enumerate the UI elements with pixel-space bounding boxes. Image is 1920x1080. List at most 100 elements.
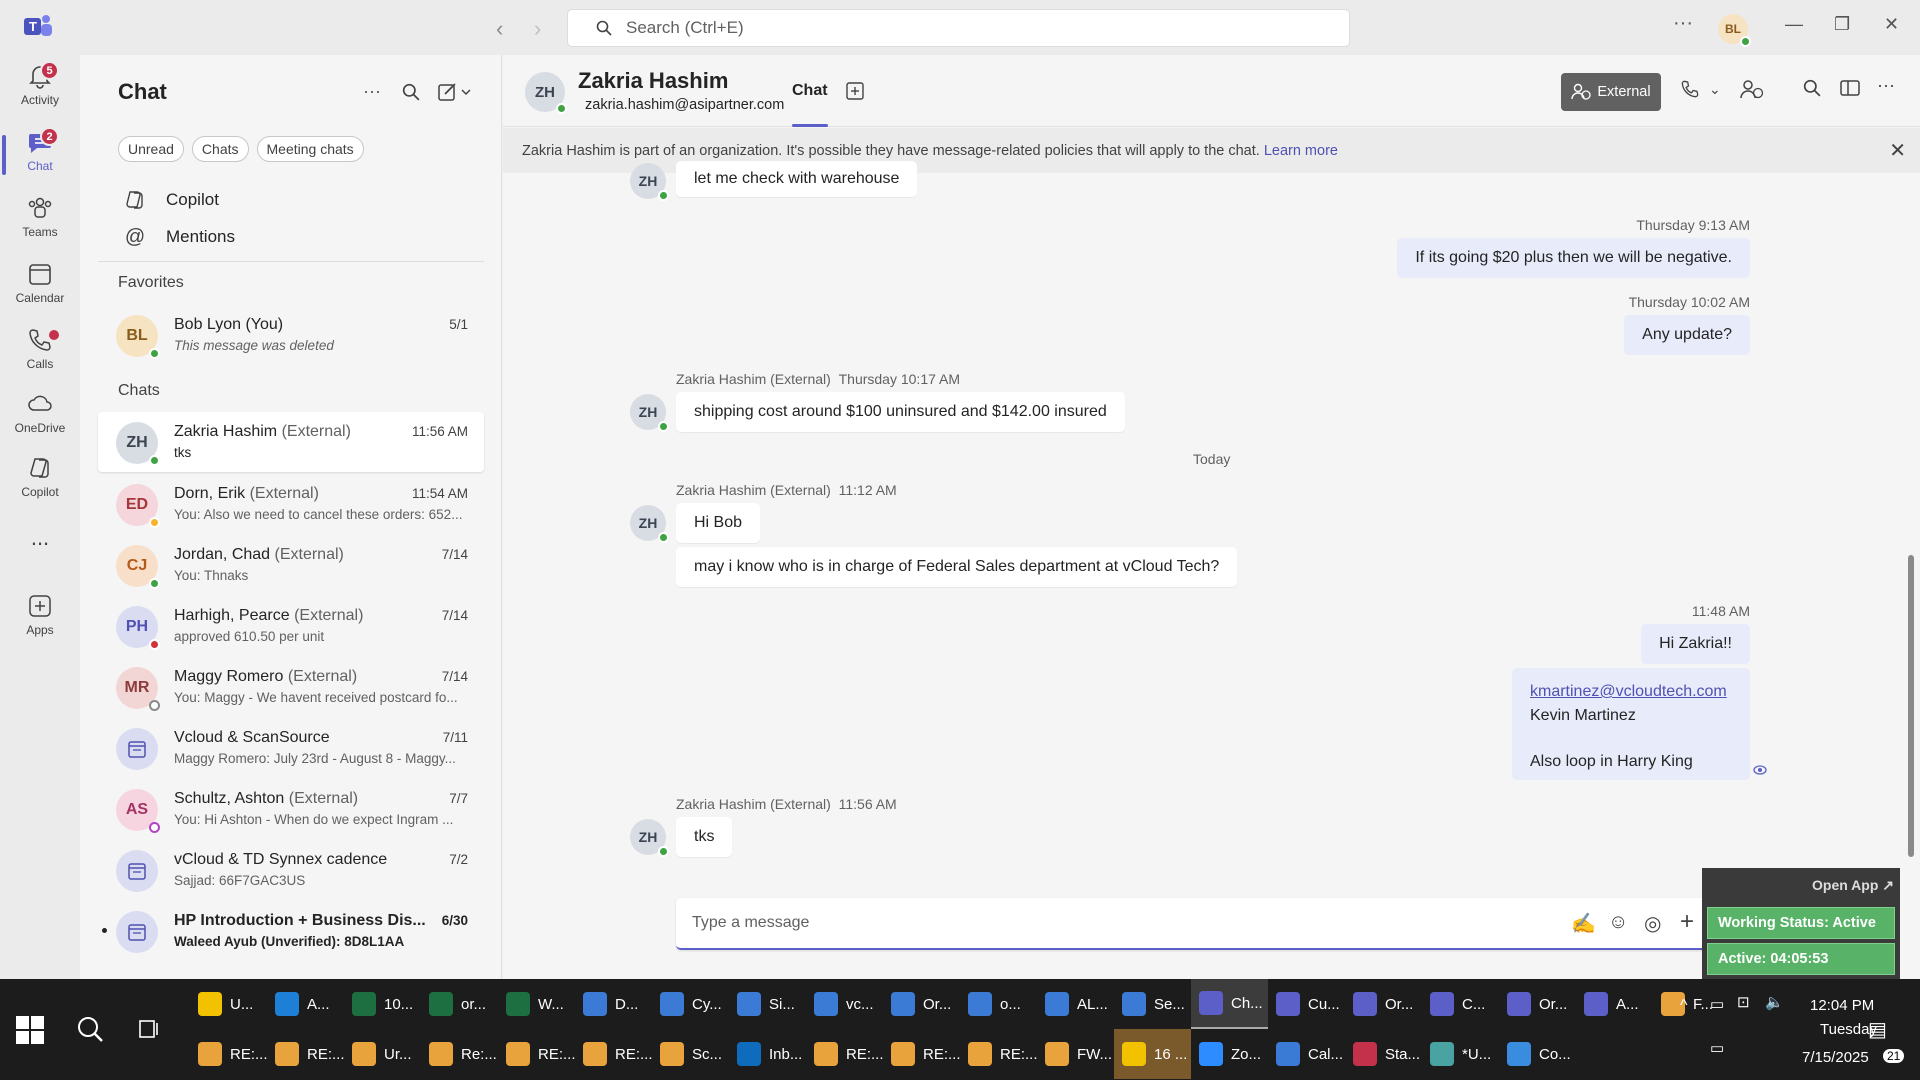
taskbar-app-button[interactable]: Ch... — [1191, 979, 1268, 1029]
taskbar-app-button[interactable]: 10... — [344, 979, 421, 1029]
taskbar-app-button[interactable]: A... — [1576, 979, 1653, 1029]
taskbar-app-button[interactable]: Cy... — [652, 979, 729, 1029]
rail-item-teams[interactable]: Teams — [0, 195, 80, 255]
notification-center-icon[interactable]: ▤ — [1868, 1017, 1887, 1042]
emoji-icon[interactable]: ☺ — [1608, 911, 1628, 934]
email-link[interactable]: kmartinez@vcloudtech.com — [1530, 680, 1732, 704]
taskbar-app-button[interactable]: *U... — [1422, 1029, 1499, 1079]
taskbar-app-button[interactable]: Re:... — [421, 1029, 498, 1079]
taskbar-app-button[interactable]: C... — [1422, 979, 1499, 1029]
contact-avatar[interactable]: ZH — [525, 72, 567, 114]
battery-icon[interactable]: ▭ — [1710, 995, 1724, 1013]
filter-meeting-chats[interactable]: Meeting chats — [256, 136, 364, 162]
chat-row-hp-introduction[interactable]: HP Introduction + Business Dis... Waleed… — [98, 901, 484, 961]
rail-item-chat[interactable]: Chat 2 — [0, 127, 80, 189]
rail-item-copilot[interactable]: Copilot — [0, 455, 80, 515]
taskbar-app-button[interactable]: A... — [267, 979, 344, 1029]
taskbar-app-button[interactable]: Sta... — [1345, 1029, 1422, 1079]
taskbar-app-button[interactable]: or... — [421, 979, 498, 1029]
learn-more-link[interactable]: Learn more — [1264, 143, 1338, 159]
chevron-up-icon[interactable]: ^ — [1680, 997, 1688, 1015]
rail-item-onedrive[interactable]: OneDrive — [0, 391, 80, 451]
taskbar-app-button[interactable]: Co... — [1499, 1029, 1576, 1079]
external-button[interactable]: External — [1561, 73, 1661, 111]
display-icon[interactable]: ▭ — [1710, 1039, 1724, 1057]
taskbar-app-button[interactable]: RE:... — [960, 1029, 1038, 1079]
volume-icon[interactable]: 🔈 — [1765, 993, 1784, 1011]
contact-name[interactable]: Zakria Hashim — [578, 68, 728, 94]
add-tab-icon[interactable] — [846, 82, 864, 100]
filter-unread[interactable]: Unread — [118, 136, 184, 162]
search-icon[interactable] — [76, 1015, 104, 1043]
taskbar-app-button[interactable]: RE:... — [575, 1029, 653, 1079]
network-icon[interactable]: ⊡ — [1737, 993, 1750, 1011]
taskbar-app-button[interactable]: Ur... — [344, 1029, 421, 1079]
user-avatar[interactable]: BL — [1718, 14, 1751, 47]
chat-row-jordan-chad[interactable]: CJ Jordan, Chad (External) You: Thnaks 7… — [98, 535, 484, 595]
open-app-button[interactable]: Open App ↗ — [1812, 877, 1894, 894]
taskbar-app-button[interactable]: D... — [575, 979, 652, 1029]
taskbar-app-button[interactable]: RE:... — [883, 1029, 961, 1079]
close-icon[interactable]: ✕ — [1884, 14, 1899, 35]
taskbar-app-button[interactable]: Sc... — [652, 1029, 729, 1079]
minimize-icon[interactable]: — — [1785, 14, 1803, 35]
taskbar-app-button[interactable]: Or... — [883, 979, 960, 1029]
taskbar-app-button[interactable]: W... — [498, 979, 575, 1029]
rail-item-activity[interactable]: Activity 5 — [0, 61, 80, 123]
forward-icon[interactable]: › — [534, 16, 541, 42]
search-input[interactable]: Search (Ctrl+E) — [567, 9, 1350, 47]
chat-row-schultz-ashton[interactable]: AS Schultz, Ashton (External) You: Hi As… — [98, 779, 484, 839]
chat-row-zakria-hashim[interactable]: ZH Zakria Hashim (External) tks 11:56 AM — [98, 412, 484, 472]
taskbar-app-button[interactable]: Inb... — [729, 1029, 806, 1079]
taskbar-app-button[interactable]: Se... — [1114, 979, 1191, 1029]
windows-start-icon[interactable] — [16, 1016, 44, 1044]
taskbar-app-button[interactable]: vc... — [806, 979, 883, 1029]
taskbar-app-button[interactable]: Or... — [1345, 979, 1422, 1029]
message-compose-box[interactable]: Type a message ✍ ☺ ◎ + — [676, 898, 1751, 950]
chat-row-vcloud-td-synnex[interactable]: vCloud & TD Synnex cadence Sajjad: 66F7G… — [98, 840, 484, 900]
loop-icon[interactable]: ◎ — [1644, 911, 1661, 936]
filter-chats[interactable]: Chats — [191, 136, 249, 162]
taskbar-app-button[interactable]: Si... — [729, 979, 806, 1029]
clock-time[interactable]: 12:04 PM — [1810, 997, 1874, 1014]
pop-out-icon[interactable] — [1840, 79, 1860, 97]
tab-chat[interactable]: Chat — [792, 82, 828, 100]
taskbar-app-button[interactable]: o... — [960, 979, 1037, 1029]
taskbar-app-button[interactable]: U... — [190, 979, 267, 1029]
maximize-icon[interactable]: ❐ — [1834, 14, 1850, 35]
search-icon[interactable] — [1803, 79, 1821, 97]
more-options-icon[interactable]: ··· — [1877, 75, 1895, 96]
close-banner-icon[interactable]: ✕ — [1889, 138, 1906, 163]
more-options-icon[interactable]: ··· — [363, 81, 381, 102]
taskbar-app-button[interactable]: RE:... — [498, 1029, 576, 1079]
more-options-icon[interactable]: ··· — [1673, 12, 1693, 35]
nav-mentions[interactable]: @ Mentions — [124, 222, 235, 252]
chat-row-dorn-erik[interactable]: ED Dorn, Erik (External) You: Also we ne… — [98, 474, 484, 534]
taskbar-app-button[interactable]: FW... — [1037, 1029, 1114, 1079]
task-view-icon[interactable] — [137, 1017, 161, 1041]
rail-item-calls[interactable]: Calls — [0, 327, 80, 387]
taskbar-app-button[interactable]: 16 ... — [1114, 1029, 1191, 1079]
scrollbar[interactable] — [1908, 555, 1914, 857]
taskbar-app-button[interactable]: Cu... — [1268, 979, 1345, 1029]
back-icon[interactable]: ‹ — [496, 16, 503, 42]
call-icon[interactable] — [1680, 79, 1700, 99]
chat-row-vcloud-scansource[interactable]: Vcloud & ScanSource Maggy Romero: July 2… — [98, 718, 484, 778]
rail-more-apps[interactable]: ... — [0, 525, 80, 585]
taskbar-app-button[interactable]: RE:... — [190, 1029, 268, 1079]
new-chat-icon[interactable] — [438, 82, 472, 102]
chevron-down-icon[interactable]: ⌄ — [1709, 81, 1721, 98]
add-icon[interactable]: + — [1680, 908, 1694, 936]
people-add-icon[interactable] — [1740, 79, 1764, 99]
taskbar-app-button[interactable]: AL... — [1037, 979, 1114, 1029]
rail-item-apps[interactable]: Apps — [0, 593, 80, 653]
nav-copilot[interactable]: Copilot — [124, 185, 219, 215]
taskbar-app-button[interactable]: Cal... — [1268, 1029, 1345, 1079]
search-icon[interactable] — [402, 83, 420, 101]
format-icon[interactable]: ✍ — [1571, 911, 1596, 936]
taskbar-app-button[interactable]: Or... — [1499, 979, 1576, 1029]
taskbar-app-button[interactable]: Zo... — [1191, 1029, 1268, 1079]
rail-item-calendar[interactable]: Calendar — [0, 261, 80, 321]
chat-row-bob-lyon[interactable]: BL Bob Lyon (You) This message was delet… — [98, 305, 484, 365]
taskbar-app-button[interactable]: RE:... — [806, 1029, 884, 1079]
